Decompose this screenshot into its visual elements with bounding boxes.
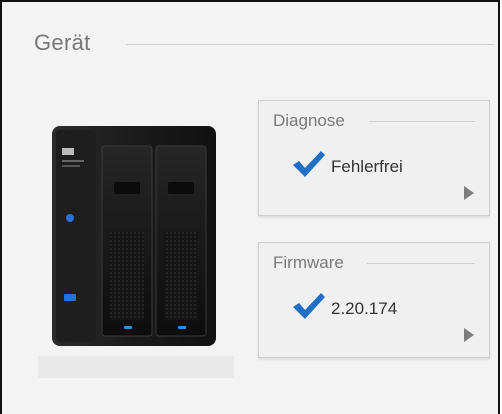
header-divider xyxy=(126,44,494,45)
firmware-version: 2.20.174 xyxy=(331,299,398,318)
diagnose-card[interactable]: Diagnose Fehlerfrei xyxy=(258,100,490,216)
panel-title: Gerät xyxy=(34,30,91,55)
diagnose-status: Fehlerfrei xyxy=(331,157,403,176)
check-icon xyxy=(293,151,325,177)
diagnose-divider xyxy=(369,121,475,122)
firmware-title: Firmware xyxy=(273,253,344,272)
device-panel: Gerät Diagnose Fehlerfrei Firmware 2.20.… xyxy=(0,0,500,414)
chevron-right-icon[interactable] xyxy=(463,185,475,201)
check-icon xyxy=(293,293,325,319)
firmware-card[interactable]: Firmware 2.20.174 xyxy=(258,242,490,358)
firmware-divider xyxy=(367,263,475,264)
diagnose-title: Diagnose xyxy=(273,111,345,130)
chevron-right-icon[interactable] xyxy=(463,327,475,343)
panel-header: Gerät xyxy=(34,30,494,60)
nas-device-image xyxy=(38,126,234,378)
